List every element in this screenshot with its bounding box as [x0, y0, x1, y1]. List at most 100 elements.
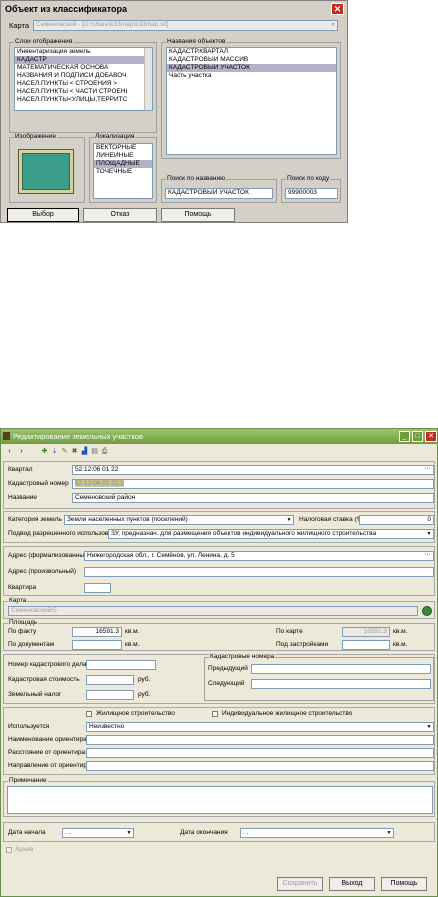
quarter-field[interactable]: 52:12:06 01 22 ···: [72, 465, 434, 475]
rub-label: руб.: [138, 676, 151, 683]
by-map-field[interactable]: 16591.3: [342, 627, 390, 637]
localization-item[interactable]: ПЛОЩАДНЫЕ: [94, 160, 152, 168]
delete-icon[interactable]: ✖: [71, 448, 78, 456]
exit-button[interactable]: Выход: [329, 877, 375, 891]
area-section: Площадь По факту 16591.3 кв.м. По докуме…: [3, 619, 435, 651]
area-legend: Площадь: [8, 619, 39, 626]
landmark-name-field[interactable]: [86, 735, 434, 745]
cancel-button[interactable]: Отказ: [83, 208, 157, 222]
document-icon[interactable]: ▤: [91, 448, 98, 456]
by-map-label: По карте: [276, 628, 303, 635]
search-code-legend: Поиск по коду: [286, 175, 331, 182]
landmark-dir-field[interactable]: [86, 761, 434, 771]
ellipsis-icon[interactable]: ···: [424, 466, 431, 473]
cad-number-field[interactable]: 52:12:06 01 22:2: [72, 479, 434, 489]
built-field[interactable]: [342, 640, 390, 650]
landmark-dist-field[interactable]: [86, 748, 434, 758]
localization-item[interactable]: ВЕКТОРНЫЕ: [94, 144, 152, 152]
objects-list[interactable]: КАДАСТР.КВАРТАЛ КАДАСТРОВЫЙ МАССИВ КАДАС…: [166, 47, 337, 155]
copy-icon[interactable]: ⇣: [51, 448, 58, 456]
chart-icon[interactable]: ▟: [81, 448, 88, 456]
name-field[interactable]: Семеновский район: [72, 493, 434, 503]
built-label: Под застройками: [276, 641, 329, 648]
layer-item[interactable]: НАСЕЛ.ПУНКТЫ<УЛИЦЫ,ТЕРРИТС: [15, 96, 152, 104]
individual-checkbox[interactable]: [212, 711, 218, 717]
next-label: Следующий: [208, 680, 245, 687]
editor-titlebar: Редактирование земельных участков: [1, 429, 437, 444]
land-tax-label: Земельный налог: [8, 691, 62, 698]
close-icon[interactable]: ✕: [331, 3, 344, 15]
localization-item[interactable]: ЛИНЕЙНЫЕ: [94, 152, 152, 160]
start-label: Дата начала: [8, 829, 46, 836]
search-name-legend: Поиск по названию: [166, 175, 226, 182]
case-section: Номер кадастрового дела Кадастровая стои…: [3, 653, 435, 704]
landmark-dist-label: Расстояние от ориентира: [8, 749, 86, 756]
next-field[interactable]: [251, 679, 431, 689]
layer-item[interactable]: НАСЕЛ.ПУНКТЫ < ЧАСТИ СТРОЕНІ: [15, 88, 152, 96]
land-tax-field[interactable]: [86, 690, 134, 700]
use-select[interactable]: ЗУ, предназнач. для размещения объектов …: [108, 529, 434, 539]
add-icon[interactable]: ✚: [41, 448, 48, 456]
category-select[interactable]: Земли населенных пунктов (поселений) ▼: [64, 515, 294, 525]
app-icon: [3, 432, 10, 440]
localization-list[interactable]: ВЕКТОРНЫЕ ЛИНЕЙНЫЕ ПЛОЩАДНЫЕ ТОЧЕЧНЫЕ: [93, 143, 153, 199]
layer-item[interactable]: КАДАСТР: [15, 56, 152, 64]
tax-label: Налоговая ставка (%): [299, 516, 365, 523]
search-name-input[interactable]: КАДАСТРОВЫЙ УЧАСТОК: [165, 188, 273, 199]
layer-item[interactable]: НАСЕЛ.ПУНКТЫ < СТРОЕНИЯ >: [15, 80, 152, 88]
address-free-field[interactable]: [84, 567, 434, 577]
next-icon[interactable]: ›: [18, 448, 25, 456]
globe-icon[interactable]: [422, 606, 432, 616]
select-button[interactable]: Выбор: [7, 208, 79, 222]
help-button[interactable]: Помощь: [161, 208, 235, 222]
map-select[interactable]: Семеновский - [D:\share\k33map\k33map.si…: [33, 20, 338, 31]
case-field[interactable]: [86, 660, 156, 670]
layers-list[interactable]: Инвентаризация земель КАДАСТР МАТЕМАТИЧЕ…: [14, 47, 153, 111]
localization-item[interactable]: ТОЧЕЧНЫЕ: [94, 168, 152, 176]
note-textarea[interactable]: [7, 786, 433, 814]
by-docs-field[interactable]: [72, 640, 122, 650]
prev-field[interactable]: [251, 664, 431, 674]
archive-checkbox[interactable]: [6, 847, 12, 853]
search-code-input[interactable]: 99900003: [285, 188, 338, 199]
address-formal-field[interactable]: Нижегородская обл., г. Семёнов, ул. Лени…: [84, 551, 434, 561]
chevron-down-icon: ▼: [386, 830, 392, 836]
layer-item[interactable]: МАТЕМАТИЧЕСКАЯ ОСНОВА: [15, 64, 152, 72]
save-button[interactable]: Сохранить: [277, 877, 323, 891]
map-field[interactable]: Семеновский/5: [8, 606, 418, 616]
use-value: ЗУ, предназнач. для размещения объектов …: [111, 530, 377, 537]
object-item[interactable]: КАДАСТРОВЫЙ УЧАСТОК: [167, 64, 336, 72]
layers-scrollbar[interactable]: [144, 48, 152, 110]
object-item[interactable]: Часть участка: [167, 72, 336, 80]
category-label: Категория земель: [8, 516, 62, 523]
close-icon[interactable]: ✕: [425, 431, 437, 442]
actual-value: 16591.3: [95, 628, 120, 635]
housing-checkbox[interactable]: [86, 711, 92, 717]
prev-icon[interactable]: ‹: [6, 448, 13, 456]
object-item[interactable]: КАДАСТР.КВАРТАЛ: [167, 48, 336, 56]
edit-icon[interactable]: ✎: [61, 448, 68, 456]
apartment-field[interactable]: [84, 583, 111, 593]
ellipsis-icon[interactable]: ···: [424, 552, 431, 559]
used-select[interactable]: Неизвестно ▼: [86, 722, 434, 732]
end-date-select[interactable]: . . ▼: [240, 828, 394, 838]
layer-item[interactable]: Инвентаризация земель: [15, 48, 152, 56]
landmark-dir-label: Направление от ориентира: [8, 762, 91, 769]
start-date-select[interactable]: . . ▼: [62, 828, 134, 838]
object-item[interactable]: КАДАСТРОВЫЙ МАССИВ: [167, 56, 336, 64]
minimize-icon[interactable]: _: [399, 431, 410, 442]
category-section: Категория земель Земли населенных пункто…: [3, 511, 435, 543]
layer-item[interactable]: НАЗВАНИЯ И ПОДПИСИ ДОБАВОЧ: [15, 72, 152, 80]
cad-cost-field[interactable]: [86, 675, 134, 685]
identity-section: Квартал 52:12:06 01 22 ··· Кадастровый н…: [3, 461, 435, 509]
chevron-down-icon: ▼: [126, 830, 132, 836]
help-button[interactable]: Помощь: [381, 877, 427, 891]
maximize-icon[interactable]: □: [412, 431, 423, 442]
actual-label: По факту: [8, 628, 37, 635]
tax-field[interactable]: 0: [359, 515, 434, 525]
usage-section: Жилищное строительство Индивидуальное жи…: [3, 707, 435, 775]
unit-label: кв.м.: [125, 641, 140, 648]
print-icon[interactable]: ⎙: [101, 448, 108, 456]
actual-field[interactable]: 16591.3: [72, 627, 122, 637]
search-name-value: КАДАСТРОВЫЙ УЧАСТОК: [168, 189, 249, 196]
